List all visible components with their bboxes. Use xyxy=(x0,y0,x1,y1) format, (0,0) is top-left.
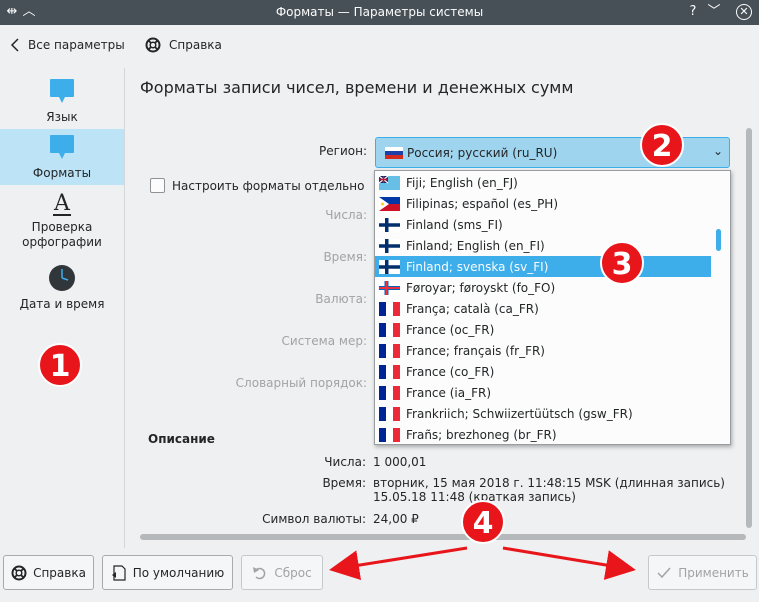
chevron-down-icon: ⌄ xyxy=(712,144,723,158)
france-flag-icon xyxy=(379,406,400,421)
spellcheck-icon: A xyxy=(53,192,71,216)
reset-button[interactable]: Сброс xyxy=(241,555,323,590)
list-item[interactable]: Filipinas; español (es_PH) xyxy=(375,193,711,214)
sidebar-item-formats[interactable]: Форматы xyxy=(0,129,124,185)
all-settings-label: Все параметры xyxy=(28,38,125,52)
desc-currency-value: 24,00 ₽ xyxy=(373,512,419,526)
toolbar: Все параметры Справка xyxy=(0,25,759,65)
defaults-button[interactable]: По умолчанию xyxy=(102,555,233,590)
list-item[interactable]: Føroyar; føroyskt (fo_FO) xyxy=(375,277,711,298)
window-title: Форматы — Параметры системы xyxy=(275,5,484,19)
close-icon[interactable]: ✕ xyxy=(736,4,752,20)
list-item[interactable]: Frankriich; Schwiizertüütsch (gsw_FR) xyxy=(375,403,711,424)
time-label: Время: xyxy=(323,250,367,264)
france-flag-icon xyxy=(379,364,400,379)
toolbar-help-button[interactable]: Справка xyxy=(145,34,222,56)
sidebar-item-language[interactable]: Язык xyxy=(0,74,124,130)
list-item[interactable]: Finland; English (en_FI) xyxy=(375,235,711,256)
horizontal-scrollbar[interactable] xyxy=(140,534,746,540)
back-arrow-icon xyxy=(10,38,19,52)
checkmark-icon xyxy=(657,567,671,578)
france-flag-icon xyxy=(379,343,400,358)
lifebuoy-icon xyxy=(145,37,161,53)
lifebuoy-icon xyxy=(11,565,27,580)
all-settings-button[interactable]: Все параметры xyxy=(10,34,125,56)
list-item-selected[interactable]: Finland; svenska (sv_FI) xyxy=(375,256,711,277)
sidebar-item-datetime[interactable]: Дата и время xyxy=(0,263,124,313)
region-value: Россия; русский (ru_RU) xyxy=(407,146,558,160)
finland-flag-icon xyxy=(379,259,400,274)
list-item[interactable]: Fiji; English (en_FJ) xyxy=(375,172,711,193)
desc-time-long: вторник, 15 мая 2018 г. 11:48:15 MSK (дл… xyxy=(373,476,725,490)
description-title: Описание xyxy=(148,432,215,446)
list-item[interactable]: Finland (sms_FI) xyxy=(375,214,711,235)
svg-text:A: A xyxy=(53,192,71,216)
finland-flag-icon xyxy=(379,238,400,253)
annotation-badge-1: 1 xyxy=(38,343,82,387)
apply-button[interactable]: Применить xyxy=(648,555,757,590)
document-revert-icon xyxy=(111,564,126,581)
finland-flag-icon xyxy=(379,217,400,232)
numbers-label: Числа: xyxy=(325,208,367,222)
desc-numbers-label: Числа: xyxy=(324,455,366,469)
list-item[interactable]: Frañs; brezhoneg (br_FR) xyxy=(375,424,711,444)
minimize-icon[interactable]: ﹀ xyxy=(705,3,723,21)
clock-icon xyxy=(49,265,75,291)
help-button-label: Справка xyxy=(33,565,86,580)
desc-numbers-value: 1 000,01 xyxy=(373,455,427,469)
arrow-to-reset xyxy=(329,546,468,581)
annotation-badge-2: 2 xyxy=(640,123,684,167)
france-flag-icon xyxy=(379,322,400,337)
russia-flag-icon xyxy=(385,147,403,159)
fiji-flag-icon xyxy=(379,175,400,190)
undo-icon xyxy=(253,566,266,579)
currency-label: Валюта: xyxy=(315,292,367,306)
defaults-button-label: По умолчанию xyxy=(132,565,225,580)
speech-bubble-icon xyxy=(50,135,74,159)
sidebar: Язык Форматы A Проверка орфографии Дата … xyxy=(0,68,125,548)
faroe-flag-icon xyxy=(379,280,400,295)
title-bar: ⇹ ︿ Форматы — Параметры системы ? ﹀ ✕ xyxy=(0,0,759,25)
list-item[interactable]: France (oc_FR) xyxy=(375,319,711,340)
france-flag-icon xyxy=(379,301,400,316)
desc-currency-label: Символ валюты: xyxy=(262,512,366,526)
list-item[interactable]: France; français (fr_FR) xyxy=(375,340,711,361)
desc-time-label: Время: xyxy=(322,476,366,490)
measurement-label: Система мер: xyxy=(281,334,367,348)
collation-label: Словарный порядок: xyxy=(235,376,367,390)
france-flag-icon xyxy=(379,385,400,400)
separate-formats-checkbox[interactable] xyxy=(150,178,165,193)
arrow-to-apply xyxy=(502,546,636,580)
apply-button-label: Применить xyxy=(678,565,749,580)
dropdown-scrollbar-handle[interactable] xyxy=(716,229,721,251)
help-icon[interactable]: ? xyxy=(684,3,702,21)
region-label: Регион: xyxy=(319,144,367,158)
philippines-flag-icon xyxy=(379,196,400,211)
page-title: Форматы записи чисел, времени и денежных… xyxy=(140,78,574,97)
vertical-scrollbar[interactable] xyxy=(746,128,752,528)
annotation-badge-3: 3 xyxy=(600,241,644,285)
speech-bubble-icon xyxy=(50,79,74,103)
list-item[interactable]: France (ia_FR) xyxy=(375,382,711,403)
sidebar-item-spellcheck[interactable]: A Проверка орфографии xyxy=(0,192,124,254)
separate-formats-label: Настроить форматы отдельно xyxy=(172,179,365,193)
region-dropdown-list: Fiji; English (en_FJ) Filipinas; español… xyxy=(374,170,731,445)
annotation-badge-4: 4 xyxy=(461,500,505,544)
help-button[interactable]: Справка xyxy=(3,555,94,590)
list-item[interactable]: França; català (ca_FR) xyxy=(375,298,711,319)
list-item[interactable]: France (co_FR) xyxy=(375,361,711,382)
france-flag-icon xyxy=(379,427,400,442)
reset-button-label: Сброс xyxy=(274,565,312,580)
toolbar-help-label: Справка xyxy=(169,38,222,52)
